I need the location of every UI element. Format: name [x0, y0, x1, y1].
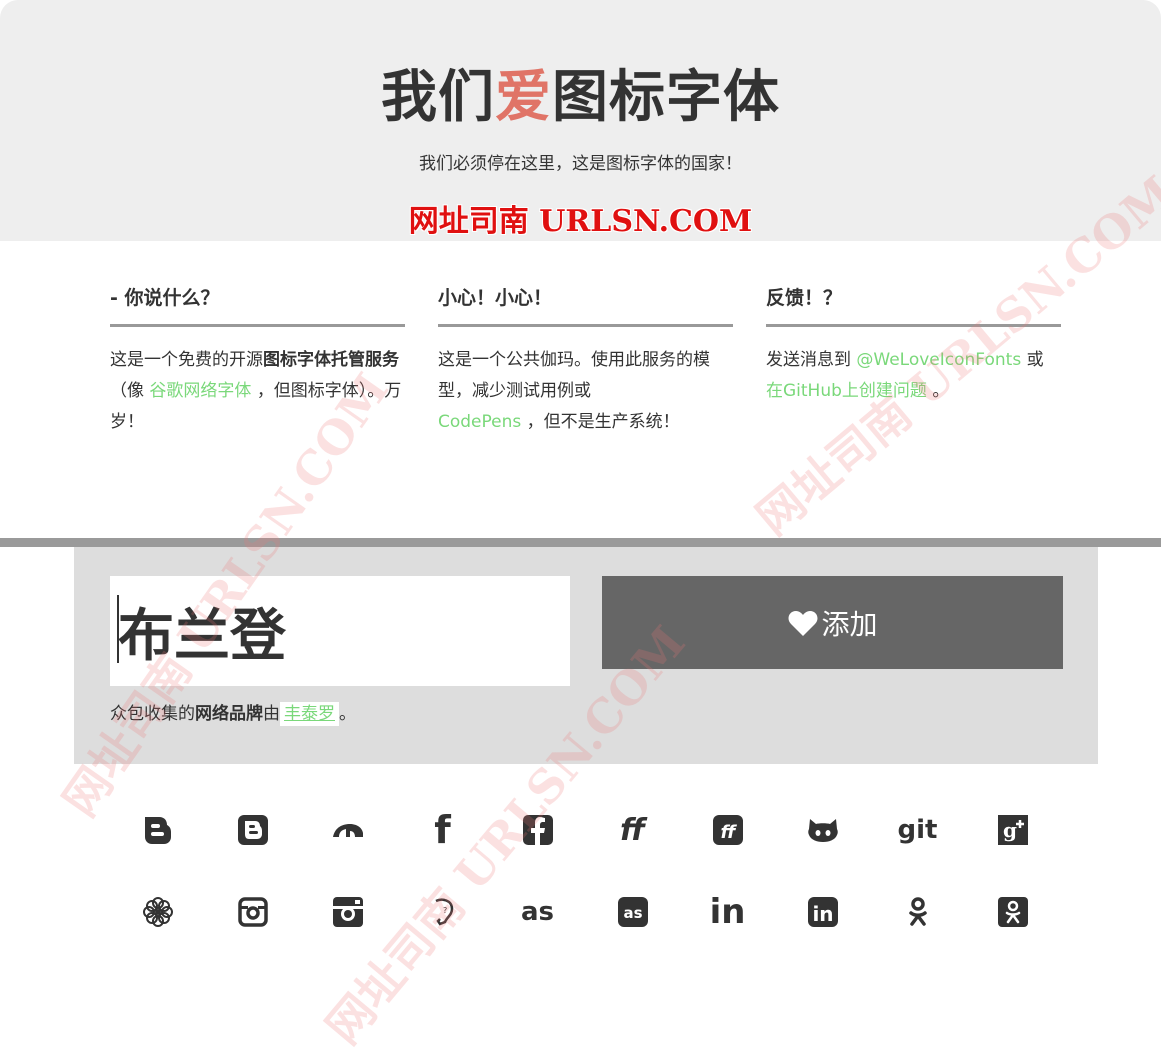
text-fragment: 由	[263, 704, 280, 724]
lanyrd-icon[interactable]: ?	[395, 872, 490, 952]
instagram-square-icon[interactable]	[300, 872, 395, 952]
column-text: 发送消息到 @WeLoveIconFonts 或 在GitHub上创建问题 。	[766, 345, 1061, 407]
text-fragment: 。	[932, 381, 950, 401]
codepens-link[interactable]: CodePens	[438, 412, 521, 432]
page-subtitle: 我们必须停在这里，这是图标字体的国家！	[419, 154, 742, 174]
facebook-icon[interactable]: f	[395, 790, 490, 870]
flickr-flower-icon[interactable]	[110, 872, 205, 952]
linkedin-icon[interactable]: in	[680, 872, 775, 952]
friendfeed-glyph: ff	[620, 812, 645, 848]
text-fragment: 这是一个免费的开源	[110, 350, 263, 370]
google-web-fonts-link[interactable]: 谷歌网络字体	[149, 381, 251, 401]
info-column-careful: 小心！小心！ 这是一个公共伽玛。使用此服务的模型，减少测试用例或 CodePen…	[438, 284, 733, 438]
hero-header: 我们爱图标字体 我们必须停在这里，这是图标字体的国家！ 网址司南 URLSN.C…	[0, 0, 1161, 241]
text-fragment: ，但不是生产系统！	[526, 412, 680, 432]
column-text: 这是一个免费的开源图标字体托管服务（像 谷歌网络字体 ，但图标字体）。万岁！	[110, 345, 405, 438]
odnoklassniki-icon[interactable]	[870, 872, 965, 952]
deviantart-icon[interactable]	[300, 790, 395, 870]
info-column-feedback: 反馈！？ 发送消息到 @WeLoveIconFonts 或 在GitHub上创建…	[766, 284, 1061, 407]
page-title: 我们爱图标字体	[0, 52, 1161, 133]
title-part-2: 图标字体	[552, 65, 780, 130]
info-column-what: - 你说什么？ 这是一个免费的开源图标字体托管服务（像 谷歌网络字体 ，但图标字…	[110, 284, 405, 438]
friendfeed-square-icon[interactable]: ff	[680, 790, 775, 870]
add-button[interactable]: 添加	[602, 576, 1063, 669]
text-caret	[117, 595, 119, 663]
credit-line: 众包收集的网络品牌由 丰泰罗。	[110, 699, 356, 726]
friendfeed-icon[interactable]: ff	[585, 790, 680, 870]
lastfm-icon[interactable]: as	[490, 872, 585, 952]
blogger-icon[interactable]	[110, 790, 205, 870]
github-icon[interactable]	[775, 790, 870, 870]
heart-icon	[789, 610, 818, 636]
bold-text: 图标字体托管服务	[263, 350, 399, 370]
text-fragment: 发送消息到	[766, 350, 851, 370]
bold-text: 网络品牌	[195, 704, 263, 724]
text-fragment: 。	[339, 704, 356, 724]
text-fragment: （像	[110, 381, 144, 401]
brand-name-input[interactable]	[110, 576, 570, 686]
add-button-label: 添加	[821, 607, 878, 641]
odnoklassniki-square-icon[interactable]	[965, 872, 1060, 952]
brand-form-panel: 添加 众包收集的网络品牌由丰泰罗。	[74, 547, 1098, 764]
lastfm-square-icon[interactable]: as	[585, 872, 680, 952]
git-glyph: git	[897, 815, 938, 845]
facebook-square-icon[interactable]	[490, 790, 585, 870]
google-plus-icon[interactable]: g	[965, 790, 1060, 870]
column-text: 这是一个公共伽玛。使用此服务的模型，减少测试用例或 CodePens ，但不是生…	[438, 345, 733, 438]
facebook-glyph: f	[434, 808, 451, 852]
text-fragment: 众包收集的	[110, 704, 195, 724]
svg-text:ff: ff	[720, 822, 737, 843]
twitter-link[interactable]: @WeLoveIconFonts	[856, 350, 1021, 370]
blogger-square-icon[interactable]	[205, 790, 300, 870]
git-icon[interactable]: git	[870, 790, 965, 870]
section-divider	[0, 538, 1161, 547]
column-heading: - 你说什么？	[110, 284, 405, 327]
author-link[interactable]: 丰泰罗	[280, 702, 339, 726]
instagram-icon[interactable]	[205, 872, 300, 952]
svg-text:in: in	[812, 902, 833, 926]
text-fragment: 这是一个公共伽玛。使用此服务的模型，减少测试用例或	[438, 350, 710, 401]
linkedin-square-icon[interactable]: in	[775, 872, 870, 952]
svg-text:as: as	[623, 904, 642, 922]
lastfm-glyph: as	[520, 897, 555, 927]
svg-text:g: g	[1003, 818, 1017, 842]
column-heading: 反馈！？	[766, 284, 1061, 327]
github-issue-link[interactable]: 在GitHub上创建问题	[766, 381, 927, 401]
title-love: 爱	[495, 65, 552, 130]
text-fragment: 或	[1026, 350, 1044, 370]
title-part-1: 我们	[381, 65, 495, 130]
linkedin-glyph: in	[709, 892, 746, 932]
site-brand-logo: 网址司南 URLSN.COM	[408, 204, 753, 239]
column-heading: 小心！小心！	[438, 284, 733, 327]
svg-text:?: ?	[443, 906, 447, 915]
